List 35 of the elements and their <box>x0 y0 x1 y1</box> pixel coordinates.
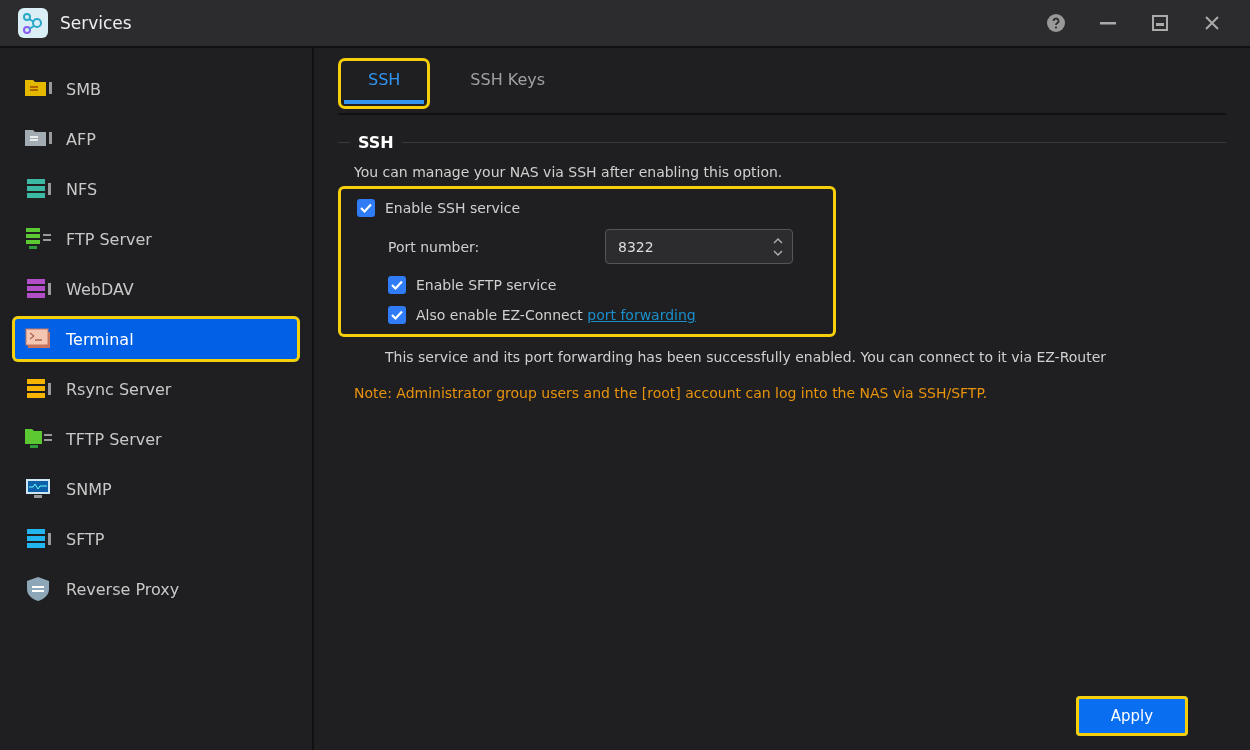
port-number-input[interactable]: 8322 <box>616 237 772 256</box>
sidebar-item[interactable]: TFTP Server <box>12 416 300 462</box>
section-title: SSH <box>358 133 394 152</box>
sidebar-item[interactable]: SNMP <box>12 466 300 512</box>
tab[interactable]: SSH <box>338 58 431 109</box>
section-description: You can manage your NAS via SSH after enabling this option. <box>354 164 784 180</box>
note-text: Note: Administrator group users and the [root] account can log into the NAS via SSH/SFTP. <box>354 385 989 401</box>
port-forwarding-link[interactable]: port forwarding <box>587 307 696 323</box>
close-icon <box>1205 16 1219 30</box>
checkbox-label: Also enable EZ-Connect port forwarding <box>416 307 696 323</box>
sidebar-item[interactable]: Reverse Proxy <box>12 566 300 612</box>
sidebar-item[interactable]: Rsync Server <box>12 366 300 412</box>
checkbox[interactable] <box>357 199 375 217</box>
checkbox-label: Enable SFTP service <box>416 277 557 293</box>
status-text: This service and its port forwarding has been successfully enabled. You can connect to it via EZ-Router <box>385 349 1108 365</box>
sidebar-item[interactable]: FTP Server <box>12 216 300 262</box>
sidebar-item[interactable]: NFS <box>12 166 300 212</box>
sidebar-item[interactable]: SFTP <box>12 516 300 562</box>
checkbox-label: Enable SSH service <box>385 200 521 216</box>
checkbox[interactable] <box>388 306 406 324</box>
window-title: Services <box>60 13 133 33</box>
sidebar-item[interactable]: SMB <box>12 66 300 112</box>
checkbox[interactable] <box>388 276 406 294</box>
sidebar-item[interactable]: AFP <box>12 116 300 162</box>
help-icon <box>1047 14 1065 32</box>
maximize-icon <box>1152 15 1168 31</box>
sidebar-item[interactable]: Terminal <box>12 316 300 362</box>
field-label: Port number: <box>388 238 480 255</box>
apply-button[interactable]: Apply <box>1076 696 1188 736</box>
tab[interactable]: SSH Keys <box>440 58 576 109</box>
minimize-icon <box>1100 21 1116 25</box>
sidebar-item[interactable]: WebDAV <box>12 266 300 312</box>
server-icon <box>24 226 54 252</box>
port-number-field[interactable]: 8322 <box>605 229 793 264</box>
app-logo-icon <box>18 8 48 38</box>
